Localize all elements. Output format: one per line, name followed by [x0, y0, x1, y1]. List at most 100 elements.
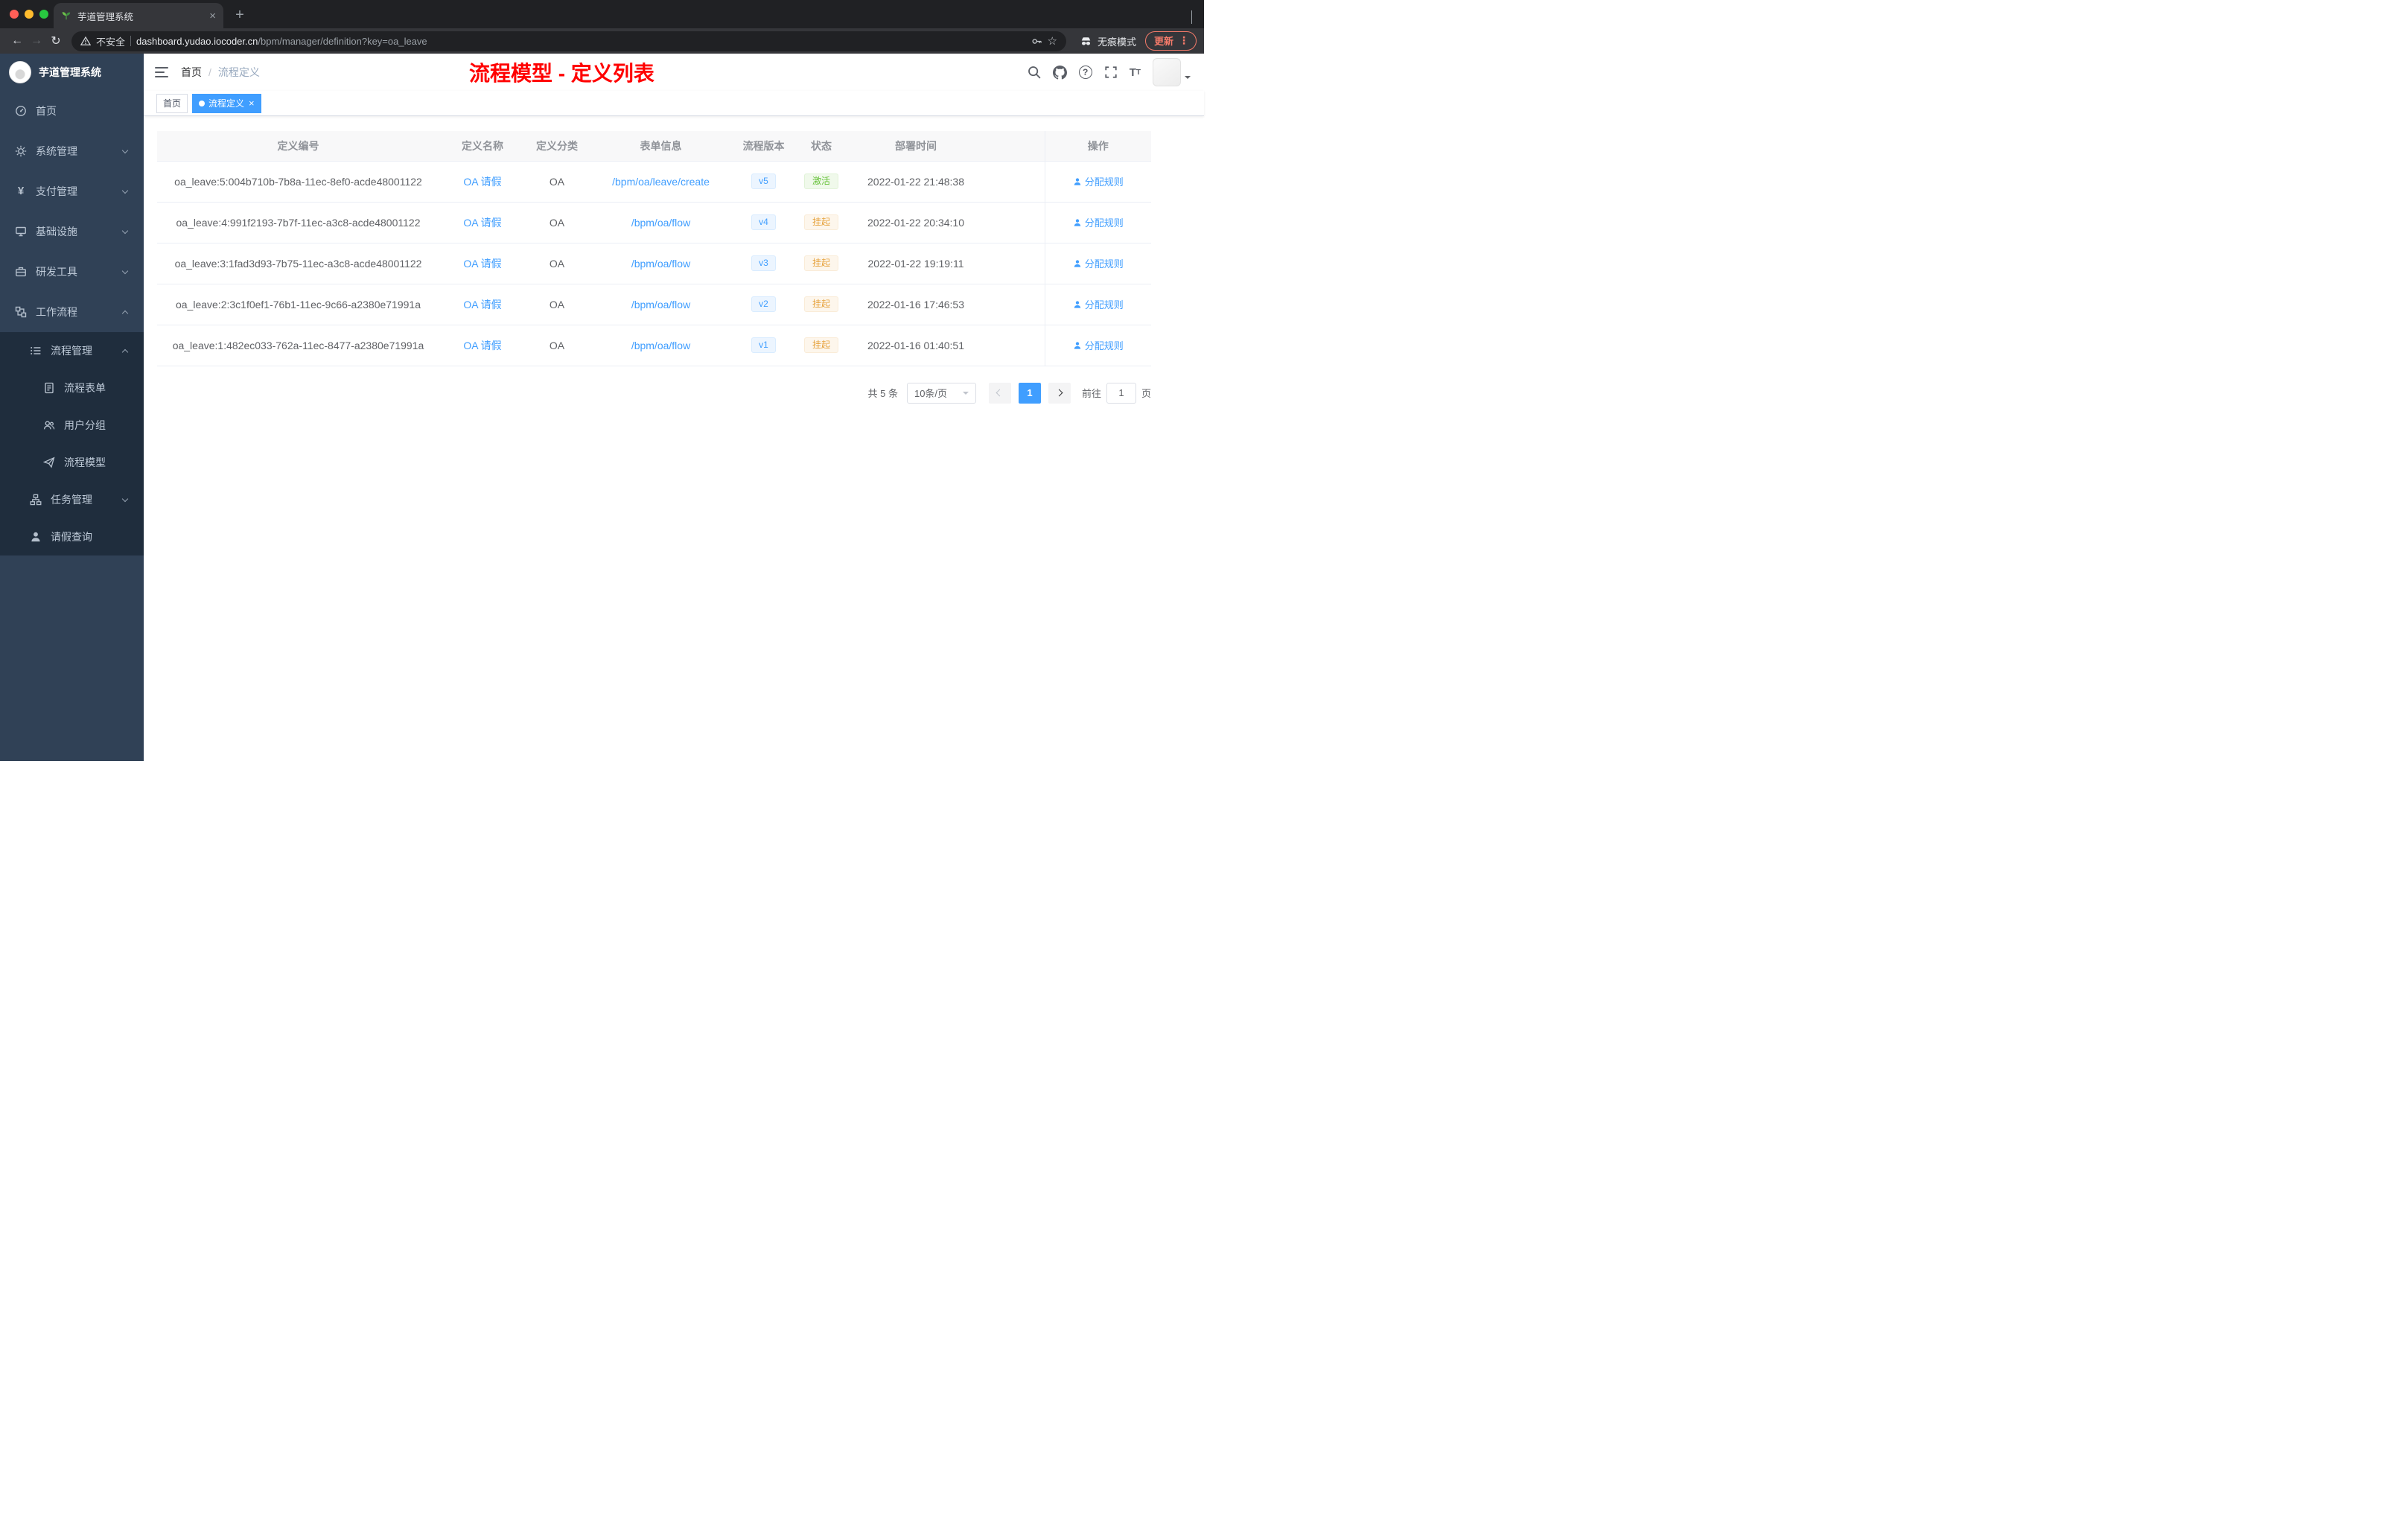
- gear-icon: [15, 145, 27, 157]
- reload-button[interactable]: ↻: [46, 31, 66, 51]
- chevron-down-icon: [121, 227, 129, 234]
- sidebar-item-process-models[interactable]: 流程模型: [0, 444, 144, 481]
- table-row: oa_leave:4:991f2193-7b7f-11ec-a3c8-acde4…: [157, 202, 1151, 243]
- definition-name-link[interactable]: OA 请假: [463, 176, 501, 188]
- help-icon[interactable]: ?: [1078, 66, 1092, 79]
- cell-category: OA: [526, 284, 588, 325]
- chevron-down-icon: [121, 147, 129, 153]
- assign-rule-button[interactable]: 分配规则: [1073, 215, 1124, 229]
- page-content: 定义编号 定义名称 定义分类 表单信息 流程版本 状态 部署时间 操作 oa_l…: [144, 116, 1204, 761]
- person-icon: [1074, 259, 1080, 267]
- version-tag: v3: [751, 255, 776, 272]
- back-button[interactable]: ←: [7, 31, 27, 51]
- browser-update-button[interactable]: 更新 ⋮: [1144, 31, 1197, 51]
- form-link[interactable]: /bpm/oa/flow: [631, 340, 690, 351]
- window-zoom-button[interactable]: [39, 10, 48, 19]
- address-bar[interactable]: 不安全 dashboard.yudao.iocoder.cn/bpm/manag…: [71, 31, 1066, 51]
- definition-name-link[interactable]: OA 请假: [463, 217, 501, 229]
- breadcrumb-home[interactable]: 首页: [181, 65, 202, 80]
- sidebar-collapse-icon[interactable]: [155, 67, 168, 77]
- tag-process-definition[interactable]: 流程定义 ×: [192, 93, 261, 113]
- window-close-button[interactable]: [10, 10, 19, 19]
- incognito-label: 无痕模式: [1097, 36, 1136, 48]
- user-menu[interactable]: [1153, 58, 1191, 86]
- sidebar-item-payment-mgmt[interactable]: ¥ 支付管理: [0, 171, 144, 211]
- person-icon: [1074, 218, 1080, 226]
- sidebar-item-label: 用户分组: [64, 419, 106, 431]
- forward-button[interactable]: →: [27, 31, 46, 51]
- bookmark-star-icon[interactable]: ☆: [1048, 34, 1057, 48]
- fullscreen-icon[interactable]: [1104, 66, 1118, 79]
- col-deploy-time: 部署时间: [849, 131, 983, 162]
- org-tree-icon: [30, 494, 42, 506]
- cell-definition-id: oa_leave:1:482ec033-762a-11ec-8477-a2380…: [157, 325, 439, 366]
- browser-tab[interactable]: 芋道管理系统 ×: [54, 3, 223, 28]
- form-link[interactable]: /bpm/oa/flow: [631, 258, 690, 270]
- chevron-up-icon: [121, 310, 129, 316]
- assign-rule-button[interactable]: 分配规则: [1073, 174, 1124, 188]
- assign-rule-button[interactable]: 分配规则: [1073, 338, 1124, 352]
- tag-close-icon[interactable]: ×: [249, 98, 255, 108]
- dashboard-icon: [16, 106, 26, 116]
- tab-close-icon[interactable]: ×: [209, 10, 216, 22]
- col-process-version: 流程版本: [733, 131, 794, 162]
- definition-name-link[interactable]: OA 请假: [463, 299, 501, 311]
- warning-icon: [80, 36, 91, 45]
- next-page-button[interactable]: [1048, 382, 1071, 404]
- page-number-button[interactable]: 1: [1018, 382, 1041, 404]
- active-dot-icon: [199, 100, 206, 106]
- sidebar-item-leave-query[interactable]: 请假查询: [0, 518, 144, 555]
- person-icon: [1074, 341, 1080, 349]
- col-definition-id: 定义编号: [157, 131, 439, 162]
- assign-rule-button[interactable]: 分配规则: [1073, 256, 1124, 270]
- incognito-badge: 无痕模式: [1080, 34, 1136, 48]
- sidebar-item-task-mgmt[interactable]: 任务管理: [0, 481, 144, 518]
- prev-page-button[interactable]: [988, 382, 1011, 404]
- new-tab-button[interactable]: +: [229, 4, 250, 25]
- person-icon: [31, 532, 40, 542]
- github-icon[interactable]: [1052, 65, 1067, 80]
- definition-name-link[interactable]: OA 请假: [463, 340, 501, 351]
- font-size-icon[interactable]: TT: [1130, 66, 1141, 79]
- page-size-select[interactable]: 10条/页: [906, 382, 976, 404]
- definition-name-link[interactable]: OA 请假: [463, 258, 501, 270]
- password-key-icon[interactable]: [1031, 36, 1042, 47]
- chevron-up-icon: [121, 348, 129, 355]
- sidebar-item-label: 系统管理: [36, 145, 77, 157]
- table-header-row: 定义编号 定义名称 定义分类 表单信息 流程版本 状态 部署时间 操作: [157, 131, 1151, 162]
- cell-definition-id: oa_leave:2:3c1f0ef1-76b1-11ec-9c66-a2380…: [157, 284, 439, 325]
- tag-home[interactable]: 首页: [156, 93, 188, 113]
- browser-tabstrip: 芋道管理系统 × +: [0, 0, 1204, 28]
- form-link[interactable]: /bpm/oa/flow: [631, 299, 690, 311]
- assign-rule-button[interactable]: 分配规则: [1073, 297, 1124, 311]
- tab-search-icon[interactable]: [1191, 10, 1192, 24]
- cell-deploy-time: 2022-01-22 19:19:11: [849, 243, 983, 284]
- window-minimize-button[interactable]: [25, 10, 34, 19]
- sidebar-item-label: 流程管理: [51, 345, 92, 357]
- total-count-label: 共 5 条: [867, 388, 898, 399]
- sidebar-item-process-mgmt[interactable]: 流程管理: [0, 332, 144, 369]
- sidebar-item-workflow[interactable]: 工作流程: [0, 292, 144, 332]
- sidebar-item-home[interactable]: 首页: [0, 91, 144, 131]
- sidebar-item-system-mgmt[interactable]: 系统管理: [0, 131, 144, 171]
- cell-category: OA: [526, 325, 588, 366]
- cell-definition-id: oa_leave:4:991f2193-7b7f-11ec-a3c8-acde4…: [157, 202, 439, 243]
- table-row: oa_leave:3:1fad3d93-7b75-11ec-a3c8-acde4…: [157, 243, 1151, 284]
- search-icon[interactable]: [1028, 66, 1041, 79]
- sidebar: 芋道管理系统 首页 系统管理 ¥ 支付管理 基础设施 研发工具 工作流程 流程管…: [0, 54, 144, 761]
- sidebar-item-dev-tools[interactable]: 研发工具: [0, 252, 144, 292]
- status-badge: 激活: [803, 173, 838, 190]
- sidebar-item-user-groups[interactable]: 用户分组: [0, 407, 144, 444]
- goto-page-input[interactable]: [1106, 382, 1136, 404]
- list-icon: [31, 347, 41, 354]
- sidebar-item-label: 工作流程: [36, 306, 77, 318]
- sidebar-item-process-forms[interactable]: 流程表单: [0, 369, 144, 407]
- form-link[interactable]: /bpm/oa/flow: [631, 217, 690, 229]
- sidebar-item-infrastructure[interactable]: 基础设施: [0, 211, 144, 252]
- caret-down-icon: [1185, 76, 1191, 82]
- form-link[interactable]: /bpm/oa/leave/create: [612, 176, 710, 188]
- sidebar-item-label: 请假查询: [51, 531, 92, 543]
- browser-toolbar: ← → ↻ 不安全 dashboard.yudao.iocoder.cn/bpm…: [0, 28, 1204, 54]
- tags-view-bar: 首页 流程定义 ×: [144, 91, 1204, 116]
- url-host: dashboard.yudao.iocoder.cn: [136, 35, 258, 47]
